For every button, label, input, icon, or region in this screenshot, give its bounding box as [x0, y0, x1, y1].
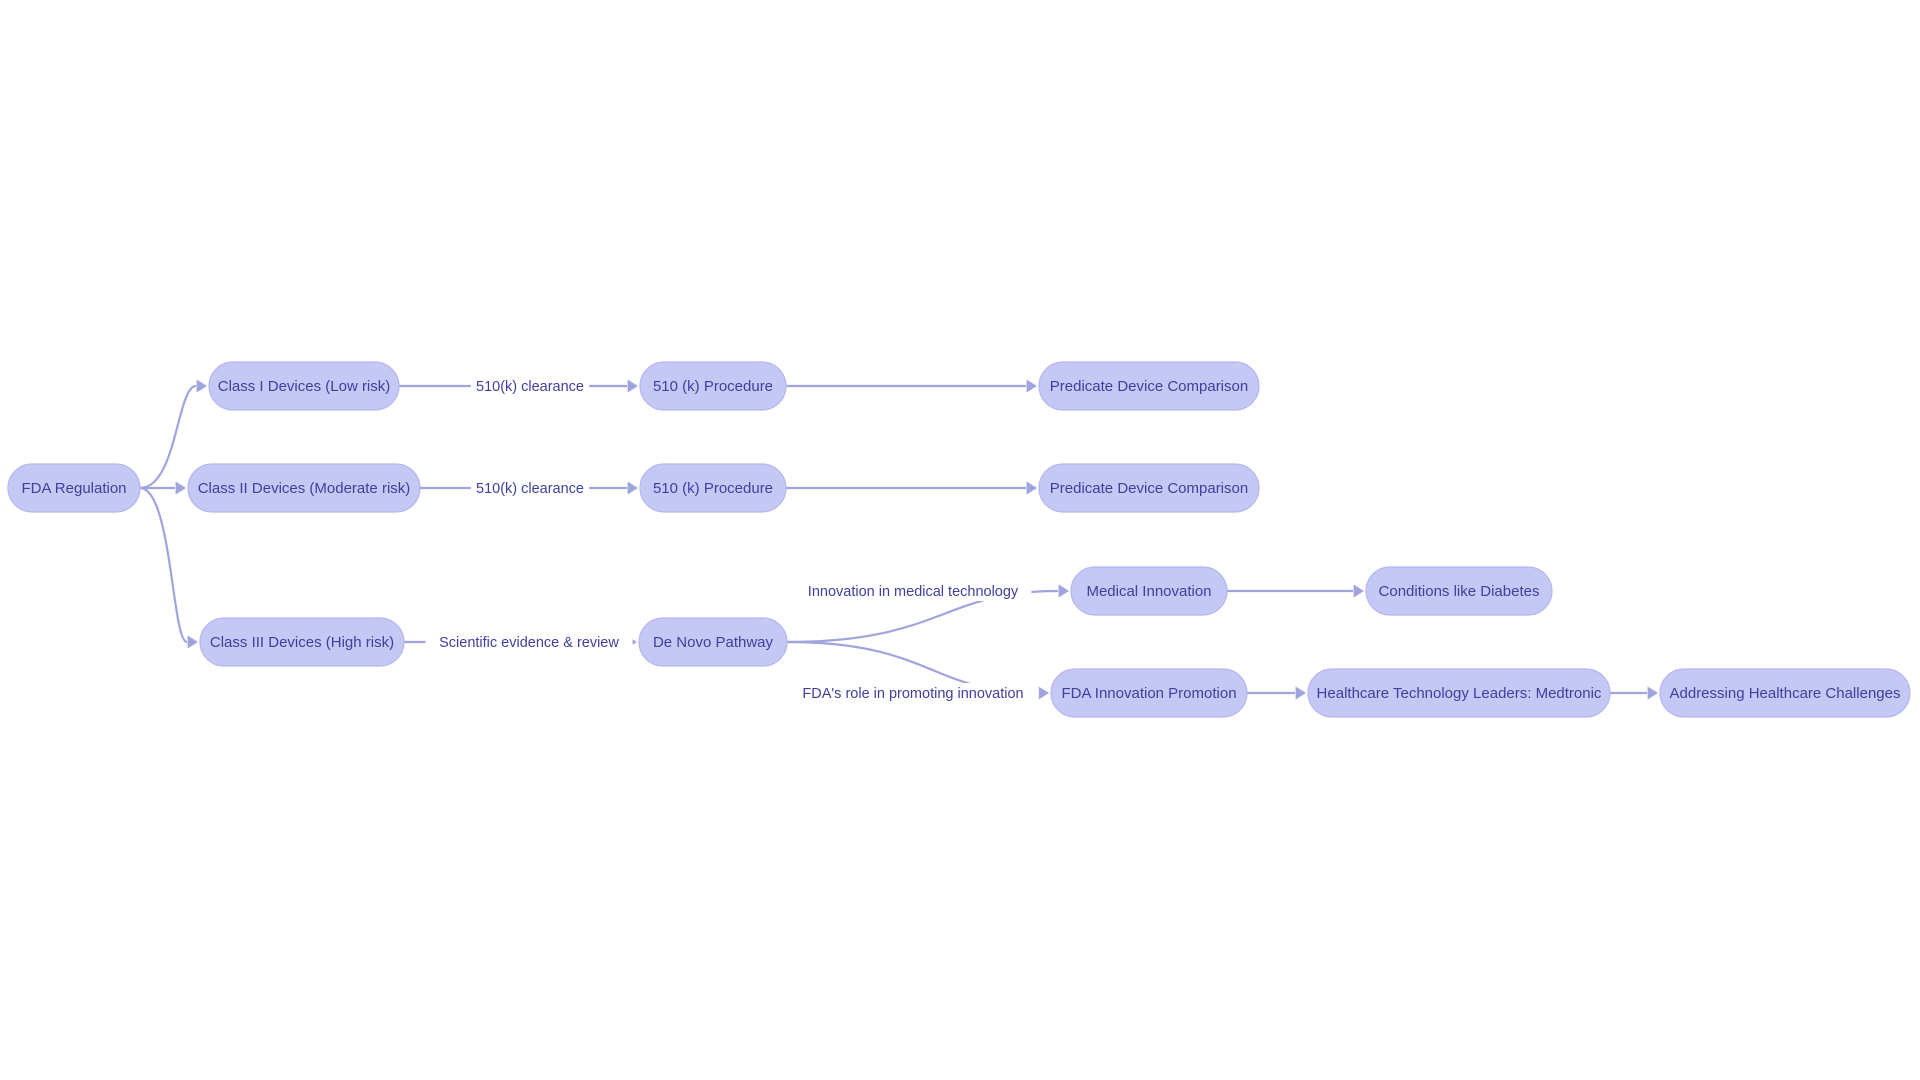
- node-addressing[interactable]: Addressing Healthcare Challenges: [1659, 668, 1911, 718]
- node-label: Class I Devices (Low risk): [218, 378, 391, 395]
- node-layer: FDA Regulation Class I Devices (Low risk)…: [7, 361, 1911, 718]
- node-fda_innov_promo[interactable]: FDA Innovation Promotion: [1050, 668, 1248, 718]
- edge-arrowhead: [627, 481, 638, 495]
- edge-label-e9: Innovation in medical technology: [794, 581, 1032, 601]
- edge-label-e8: Scientific evidence & review: [425, 632, 633, 652]
- edge-label-e10: FDA's role in promoting innovation: [787, 683, 1039, 703]
- edge-arrowhead: [1295, 686, 1306, 700]
- node-label: Predicate Device Comparison: [1050, 480, 1248, 497]
- node-label: Class III Devices (High risk): [210, 634, 394, 651]
- node-fda_regulation[interactable]: FDA Regulation: [7, 463, 141, 513]
- edge-line: [139, 486, 188, 644]
- node-label: Class II Devices (Moderate risk): [198, 480, 411, 497]
- node-class1[interactable]: Class I Devices (Low risk): [208, 361, 400, 411]
- node-denovo[interactable]: De Novo Pathway: [638, 617, 788, 667]
- edge-medical_innov-to-conditions: [1227, 584, 1364, 598]
- edge-arrowhead: [1026, 481, 1037, 495]
- edge-healthcare_leaders-to-addressing: [1610, 686, 1658, 700]
- node-conditions[interactable]: Conditions like Diabetes: [1365, 566, 1553, 616]
- edge-label-text: Innovation in medical technology: [808, 584, 1019, 600]
- edge-proc510k_1-to-predicate_1: [786, 379, 1037, 393]
- node-medical_innov[interactable]: Medical Innovation: [1070, 566, 1228, 616]
- edge-arrowhead: [175, 481, 186, 495]
- edge-line: [139, 384, 197, 490]
- node-label: Healthcare Technology Leaders: Medtronic: [1317, 685, 1602, 702]
- node-label: Predicate Device Comparison: [1050, 378, 1248, 395]
- edge-proc510k_2-to-predicate_2: [786, 481, 1037, 495]
- node-healthcare_leaders[interactable]: Healthcare Technology Leaders: Medtronic: [1307, 668, 1611, 718]
- edge-arrowhead: [187, 635, 198, 649]
- node-predicate_2[interactable]: Predicate Device Comparison: [1038, 463, 1260, 513]
- node-label: 510 (k) Procedure: [653, 378, 773, 395]
- edge-arrowhead: [1647, 686, 1658, 700]
- node-class3[interactable]: Class III Devices (High risk): [199, 617, 405, 667]
- node-label: Medical Innovation: [1086, 583, 1211, 600]
- edge-arrowhead: [1353, 584, 1364, 598]
- node-label: 510 (k) Procedure: [653, 480, 773, 497]
- edge-arrowhead: [1058, 584, 1069, 598]
- node-proc510k_2[interactable]: 510 (k) Procedure: [639, 463, 787, 513]
- edge-label-e4: 510(k) clearance: [470, 376, 590, 396]
- flowchart-canvas: FDA Regulation Class I Devices (Low risk)…: [7, 361, 1911, 718]
- node-class2[interactable]: Class II Devices (Moderate risk): [187, 463, 421, 513]
- edge-label-text: 510(k) clearance: [476, 481, 584, 497]
- edge-label-text: 510(k) clearance: [476, 379, 584, 395]
- edge-label-text: FDA's role in promoting innovation: [802, 686, 1023, 702]
- edge-label-text: Scientific evidence & review: [439, 635, 619, 651]
- node-label: FDA Regulation: [21, 480, 126, 497]
- node-label: Conditions like Diabetes: [1379, 583, 1540, 600]
- node-predicate_1[interactable]: Predicate Device Comparison: [1038, 361, 1260, 411]
- node-label: De Novo Pathway: [653, 634, 774, 651]
- edge-arrowhead: [196, 379, 207, 393]
- node-label: FDA Innovation Promotion: [1061, 685, 1236, 702]
- edge-fda_regulation-to-class3: [139, 486, 198, 649]
- edge-fda_regulation-to-class2: [140, 481, 186, 495]
- edge-fda_innov_promo-to-healthcare_leaders: [1247, 686, 1306, 700]
- edge-arrowhead: [1026, 379, 1037, 393]
- edge-arrowhead: [1038, 686, 1049, 700]
- edge-label-e5: 510(k) clearance: [470, 478, 590, 498]
- node-proc510k_1[interactable]: 510 (k) Procedure: [639, 361, 787, 411]
- edge-arrowhead: [627, 379, 638, 393]
- node-label: Addressing Healthcare Challenges: [1670, 685, 1901, 702]
